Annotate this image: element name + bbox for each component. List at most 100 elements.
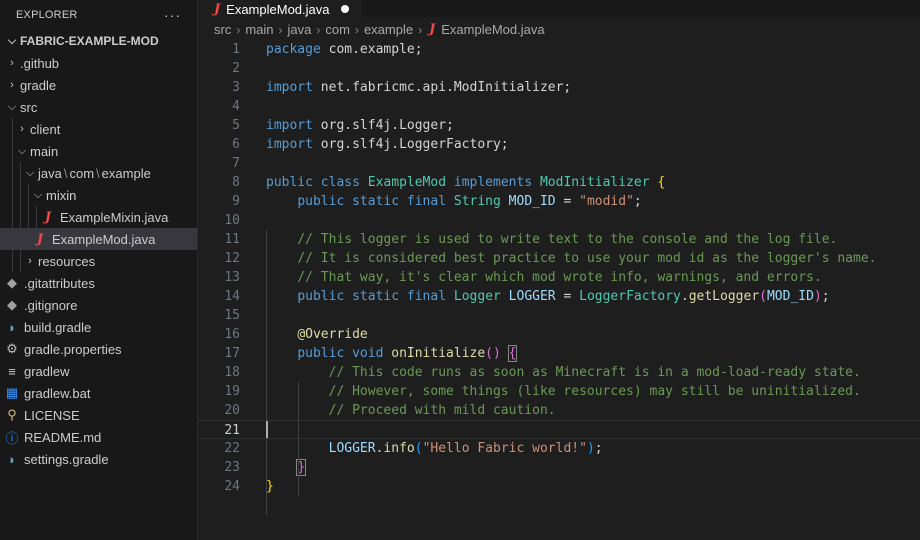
chevron-right-icon: › bbox=[10, 57, 14, 69]
gradle-elephant-icon: ◗ bbox=[8, 451, 16, 467]
tree-item-label: .gitignore bbox=[24, 297, 78, 313]
breadcrumb-item[interactable]: src bbox=[214, 22, 231, 37]
tree-file-gradlew[interactable]: ≡ gradlew bbox=[0, 360, 197, 382]
gradle-elephant-icon: ◗ bbox=[8, 319, 16, 335]
tree-item-label: .github bbox=[20, 55, 60, 71]
tree-file-examplemixin[interactable]: J ExampleMixin.java bbox=[0, 206, 197, 228]
line-number: 16 bbox=[224, 327, 240, 342]
tree-file-gitattributes[interactable]: ◆ .gitattributes bbox=[0, 272, 197, 294]
java-file-icon: J bbox=[36, 231, 44, 247]
java-file-icon: J bbox=[214, 1, 221, 17]
code-editor[interactable]: 1 package com.example; 2 3 import net.fabr… bbox=[198, 40, 920, 515]
tree-indent-guide bbox=[20, 162, 21, 272]
tree-item-label: gradlew bbox=[24, 363, 70, 379]
code-line: 7 bbox=[198, 154, 920, 173]
line-number: 22 bbox=[224, 441, 240, 456]
git-icon: ◆ bbox=[7, 297, 17, 312]
tree-item-label: gradle.properties bbox=[24, 341, 122, 357]
code-line: 20 // Proceed with mild caution. bbox=[198, 401, 920, 420]
line-number: 3 bbox=[232, 80, 240, 95]
unsaved-dot-icon[interactable] bbox=[341, 5, 350, 13]
breadcrumb-item[interactable]: main bbox=[245, 22, 273, 37]
breadcrumb-item[interactable]: com bbox=[325, 22, 350, 37]
tree-indent-guide bbox=[28, 184, 29, 250]
tab-examplemod[interactable]: J ExampleMod.java bbox=[198, 0, 362, 17]
line-number: 19 bbox=[224, 384, 240, 399]
explorer-header: EXPLORER ··· bbox=[0, 0, 197, 30]
tree-file-build-gradle[interactable]: ◗ build.gradle bbox=[0, 316, 197, 338]
tree-file-readme[interactable]: ⓘ README.md bbox=[0, 426, 197, 448]
chevron-right-icon: › bbox=[278, 22, 283, 37]
tree-item-label: ExampleMixin.java bbox=[60, 209, 169, 225]
tree-indent-guide bbox=[36, 206, 37, 228]
tab-label: ExampleMod.java bbox=[226, 1, 330, 17]
tree-folder-src[interactable]: ⌵ src bbox=[0, 96, 197, 118]
chevron-down-icon: ⌵ bbox=[7, 100, 17, 113]
chevron-right-icon: › bbox=[316, 22, 321, 37]
more-actions-button[interactable]: ··· bbox=[164, 7, 181, 23]
line-number: 10 bbox=[224, 213, 240, 228]
code-line: 17 public void onInitialize() { bbox=[198, 344, 920, 363]
tree-file-settings-gradle[interactable]: ◗ settings.gradle bbox=[0, 448, 197, 470]
code-line: 6 import org.slf4j.LoggerFactory; bbox=[198, 135, 920, 154]
tree-file-gradlew-bat[interactable]: ▦ gradlew.bat bbox=[0, 382, 197, 404]
breadcrumb: src › main › java › com › example › J Example… bbox=[198, 17, 920, 42]
git-icon: ◆ bbox=[7, 275, 17, 290]
tree-item-label: gradle bbox=[20, 77, 57, 93]
chevron-right-icon: › bbox=[236, 22, 241, 37]
indent-guide bbox=[266, 230, 267, 515]
tree-path-segment: com bbox=[69, 165, 95, 181]
tree-folder-gradle[interactable]: › gradle bbox=[0, 74, 197, 96]
code-line: 22 LOGGER.info("Hello Fabric world!"); bbox=[198, 439, 920, 458]
tree-folder-client[interactable]: › client bbox=[0, 118, 197, 140]
code-line: 24} bbox=[198, 477, 920, 496]
tree-item-label: build.gradle bbox=[24, 319, 92, 335]
windows-icon: ▦ bbox=[5, 385, 19, 400]
line-number: 5 bbox=[232, 118, 240, 133]
indent-guide bbox=[298, 382, 299, 496]
tree-item-label: ExampleMod.java bbox=[52, 231, 156, 247]
code-line: 16 @Override bbox=[198, 325, 920, 344]
breadcrumb-item[interactable]: java bbox=[288, 22, 312, 37]
tree-path-segment: example bbox=[101, 165, 151, 181]
line-number: 8 bbox=[232, 175, 240, 190]
tree-file-examplemod[interactable]: J ExampleMod.java bbox=[0, 228, 197, 250]
chevron-right-icon: › bbox=[418, 22, 423, 37]
code-line: 2 bbox=[198, 59, 920, 78]
tree-file-license[interactable]: ⚲ LICENSE bbox=[0, 404, 197, 426]
code-line: 1 package com.example; bbox=[198, 40, 920, 59]
tree-folder-resources[interactable]: › resources bbox=[0, 250, 197, 272]
code-line: 15 bbox=[198, 306, 920, 325]
path-separator: \ bbox=[63, 165, 68, 181]
code-line: 11 // This logger is used to write text … bbox=[198, 230, 920, 249]
project-name: FABRIC-EXAMPLE-MOD bbox=[20, 34, 159, 48]
tree-folder-main[interactable]: ⌵ main bbox=[0, 140, 197, 162]
tree-folder-github[interactable]: › .github bbox=[0, 52, 197, 74]
path-separator: \ bbox=[96, 165, 100, 181]
line-number: 12 bbox=[224, 251, 240, 266]
code-line: 3 import net.fabricmc.api.ModInitializer; bbox=[198, 78, 920, 97]
tree-folder-java-com-example[interactable]: ⌵ java \ com \ example bbox=[0, 162, 197, 184]
tree-file-gradle-properties[interactable]: ⚙ gradle.properties bbox=[0, 338, 197, 360]
chevron-right-icon: › bbox=[20, 123, 24, 135]
tab-bar: J ExampleMod.java bbox=[198, 0, 920, 17]
project-root[interactable]: ⌵ FABRIC-EXAMPLE-MOD bbox=[0, 30, 197, 52]
text-cursor bbox=[266, 421, 268, 438]
line-number: 7 bbox=[232, 156, 240, 171]
breadcrumb-item[interactable]: example bbox=[364, 22, 413, 37]
line-number: 1 bbox=[232, 42, 240, 57]
tree-item-label: settings.gradle bbox=[24, 451, 109, 467]
tree-file-gitignore[interactable]: ◆ .gitignore bbox=[0, 294, 197, 316]
line-number: 13 bbox=[224, 270, 240, 285]
explorer-title: EXPLORER bbox=[16, 9, 78, 21]
code-line: 19 // However, some things (like resourc… bbox=[198, 382, 920, 401]
line-number: 2 bbox=[232, 61, 240, 76]
tree-folder-mixin[interactable]: ⌵ mixin bbox=[0, 184, 197, 206]
tree-item-label: .gitattributes bbox=[24, 275, 95, 291]
code-line: 12 // It is considered best practice to … bbox=[198, 249, 920, 268]
line-number: 15 bbox=[224, 308, 240, 323]
line-number: 14 bbox=[224, 289, 240, 304]
code-line: 23 } bbox=[198, 458, 920, 477]
breadcrumb-item[interactable]: ExampleMod.java bbox=[441, 22, 544, 37]
explorer-sidebar: EXPLORER ··· ⌵ FABRIC-EXAMPLE-MOD › .git… bbox=[0, 0, 198, 540]
